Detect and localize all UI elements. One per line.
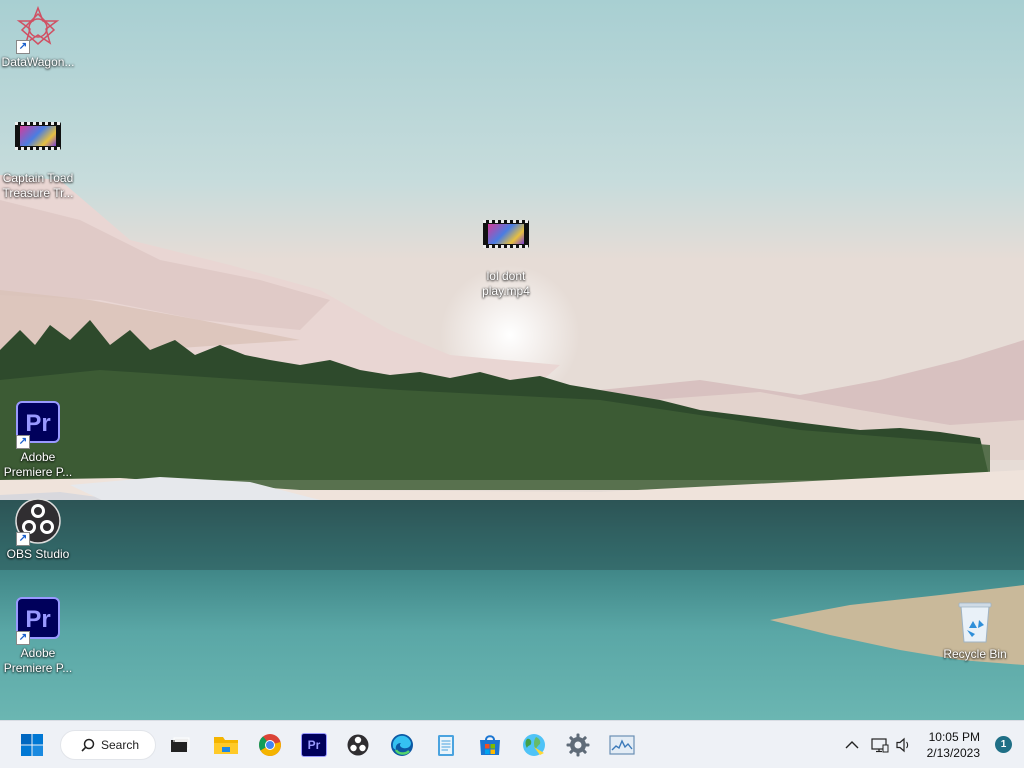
- taskbar-obs-studio[interactable]: [342, 729, 374, 761]
- desktop-icon-label: Recycle Bin: [943, 647, 1007, 661]
- obs-icon: [347, 734, 369, 756]
- notification-badge[interactable]: 1: [995, 736, 1012, 753]
- taskbar-premiere-pro[interactable]: Pr: [298, 729, 330, 761]
- folder-icon: [214, 737, 238, 754]
- chevron-up-icon: [845, 741, 859, 749]
- taskbar-file-explorer[interactable]: [210, 729, 242, 761]
- taskbar: Search Pr 10:05 PM 2/13/2023 1: [0, 720, 1024, 768]
- recycle-bin-icon: [958, 602, 992, 643]
- desktop-icon-label: Adobe Premiere P...: [3, 646, 73, 675]
- taskbar-settings[interactable]: [562, 729, 594, 761]
- notepad-icon: [438, 735, 454, 756]
- desktop-icon-label: Adobe Premiere P...: [3, 450, 73, 479]
- taskbar-notepad[interactable]: [430, 729, 462, 761]
- tray-volume[interactable]: [888, 729, 920, 761]
- desktop-icon-obs-studio[interactable]: ↗ OBS Studio: [0, 498, 76, 562]
- desktop-icon-captain-toad-video[interactable]: Captain Toad Treasure Tr...: [0, 112, 76, 201]
- desktop-icon-datawagon[interactable]: ↗ DataWagon...: [0, 5, 76, 70]
- desktop-wallpaper: [0, 0, 1024, 720]
- chrome-icon: [259, 734, 281, 756]
- windows-logo-icon: [21, 734, 43, 756]
- desktop-icon-lol-dont-play-video[interactable]: lol dont play.mp4: [468, 210, 544, 299]
- taskbar-task-manager[interactable]: [606, 729, 638, 761]
- edge-icon: [391, 734, 413, 756]
- globe-icon: [523, 734, 545, 756]
- taskbar-task-view[interactable]: [164, 729, 196, 761]
- premiere-glyph: Pr: [307, 738, 321, 752]
- network-icon: [871, 738, 889, 753]
- desktop-icon-label: OBS Studio: [6, 547, 70, 561]
- video-file-icon: [14, 122, 62, 170]
- clock-time: 10:05 PM: [928, 730, 980, 744]
- search-label: Search: [101, 738, 140, 752]
- video-file-icon: [482, 220, 530, 268]
- desktop-icon-recycle-bin[interactable]: Recycle Bin: [937, 598, 1013, 662]
- desktop-icon-label: lol dont play.mp4: [482, 269, 530, 298]
- taskbar-browser[interactable]: [518, 729, 550, 761]
- start-button[interactable]: [16, 729, 48, 761]
- clock[interactable]: 10:05 PM 2/13/2023: [927, 729, 980, 761]
- search-icon: [81, 738, 95, 752]
- clock-date: 2/13/2023: [926, 746, 980, 760]
- store-icon: [480, 735, 500, 755]
- speaker-icon: [896, 737, 909, 753]
- task-manager-icon: [609, 735, 635, 755]
- taskbar-microsoft-store[interactable]: [474, 729, 506, 761]
- shortcut-arrow-icon: ↗: [16, 631, 30, 645]
- taskbar-chrome[interactable]: [254, 729, 286, 761]
- desktop-icon-label: DataWagon...: [1, 55, 75, 69]
- shortcut-arrow-icon: ↗: [16, 435, 30, 449]
- shortcut-arrow-icon: ↗: [16, 40, 30, 54]
- gear-icon: [566, 733, 590, 757]
- task-view-icon: [171, 737, 190, 752]
- search-box[interactable]: Search: [60, 730, 156, 760]
- shortcut-arrow-icon: ↗: [16, 532, 30, 546]
- desktop-icon-premiere-pro-2[interactable]: Pr ↗ Adobe Premiere P...: [0, 594, 76, 676]
- desktop-icon-label: Captain Toad Treasure Tr...: [2, 171, 74, 200]
- desktop-icon-premiere-pro-1[interactable]: Pr ↗ Adobe Premiere P...: [0, 398, 76, 480]
- premiere-pro-icon: Pr: [301, 733, 327, 757]
- taskbar-edge[interactable]: [386, 729, 418, 761]
